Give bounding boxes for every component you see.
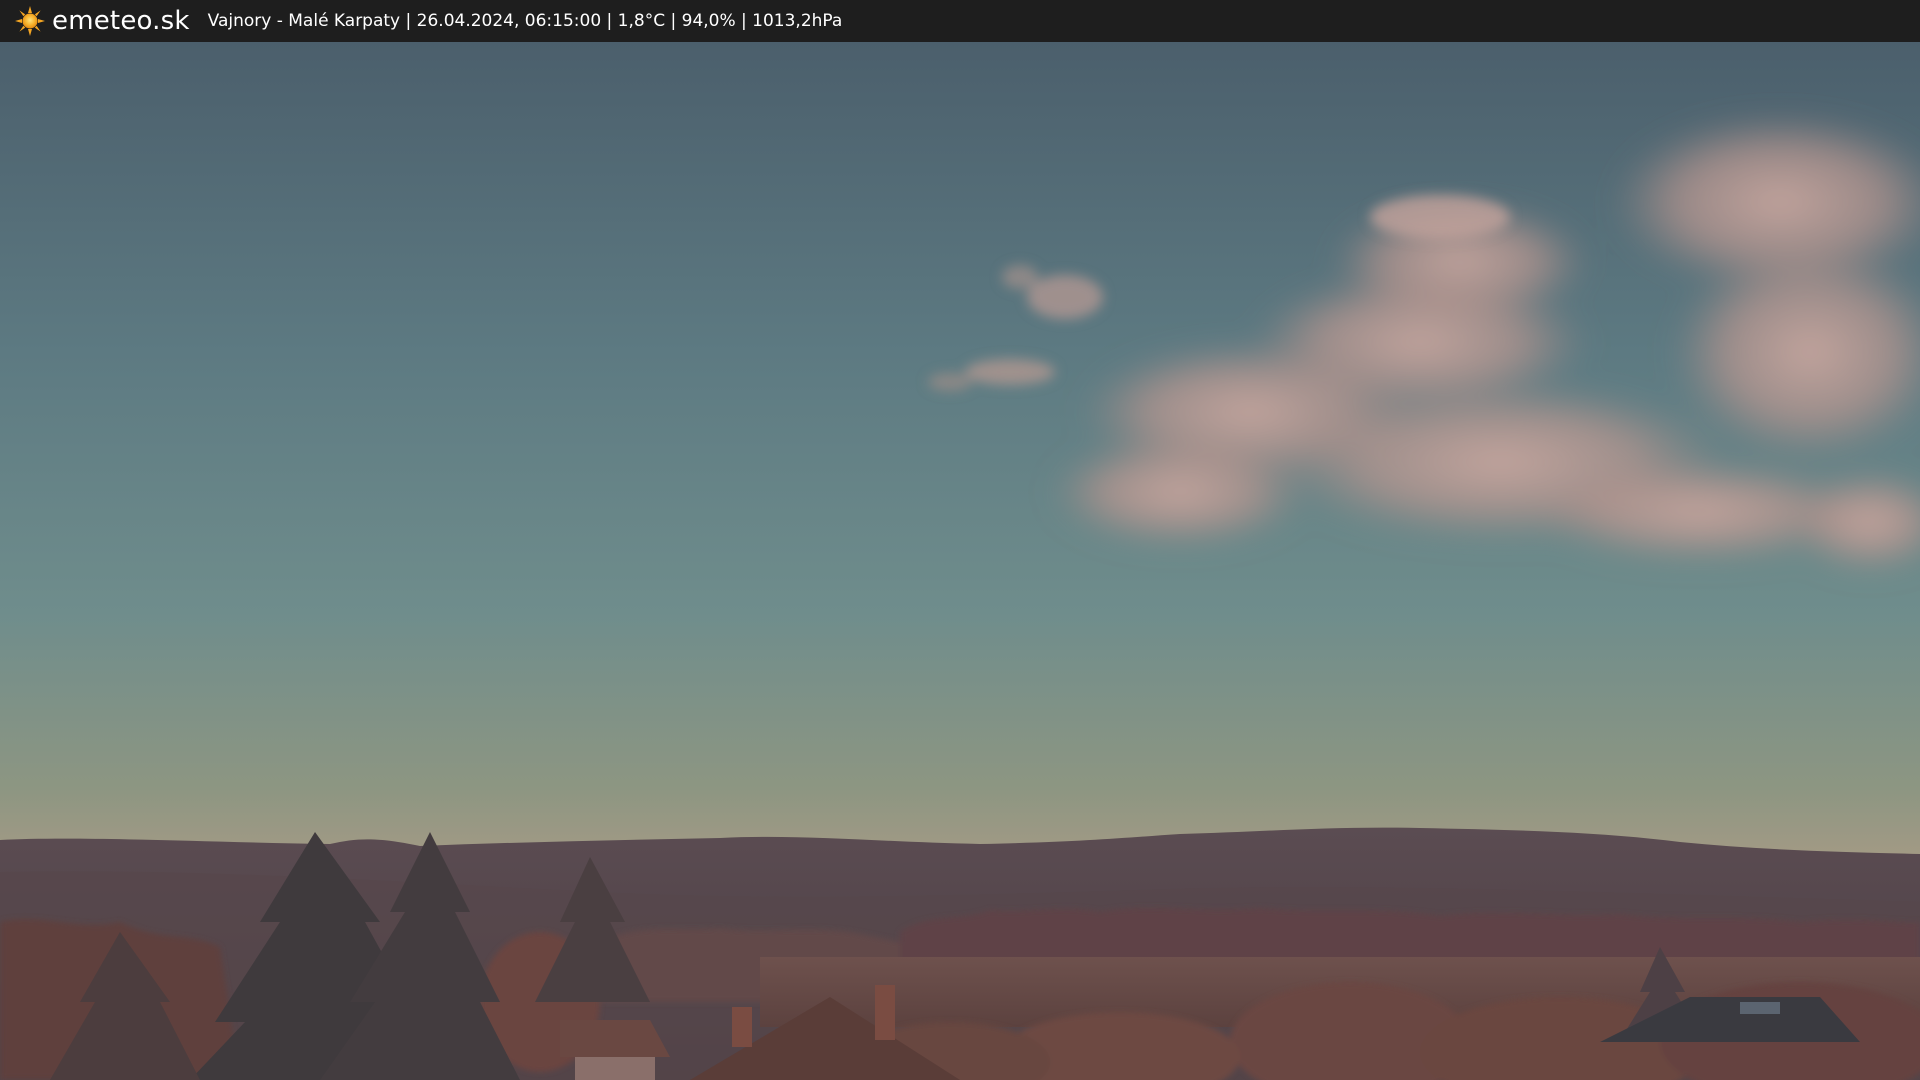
top-bar: emeteo.sk Vajnory - Malé Karpaty | 26.04… [0, 0, 1920, 42]
logo[interactable]: emeteo.sk [14, 0, 190, 42]
webcam-page: emeteo.sk Vajnory - Malé Karpaty | 26.04… [0, 0, 1920, 1080]
sky-landscape-scene [0, 42, 1920, 1080]
webcam-caption: Vajnory - Malé Karpaty | 26.04.2024, 06:… [207, 11, 843, 31]
webcam-image [0, 42, 1920, 1080]
brand-name: emeteo.sk [52, 6, 190, 36]
sun-icon [14, 5, 46, 37]
